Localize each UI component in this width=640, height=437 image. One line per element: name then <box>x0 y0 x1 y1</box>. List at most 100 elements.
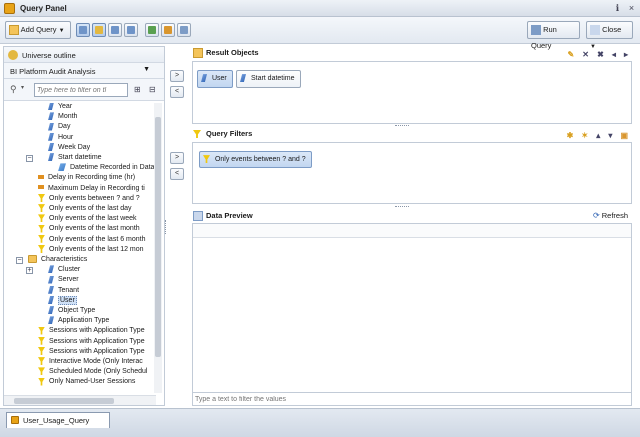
query-filters-area[interactable]: Only events between ? and ? <box>192 142 632 204</box>
data-preview-header: Data Preview ⟳ Refresh <box>192 209 632 223</box>
query-tab[interactable]: User_Usage_Query <box>6 412 110 428</box>
move-left-icon[interactable]: ◂ <box>612 50 616 60</box>
filter-icon <box>38 367 45 376</box>
tree-item[interactable]: User <box>48 295 77 306</box>
move-down-icon[interactable]: ▾ <box>608 131 612 141</box>
remove-from-result-button[interactable]: < <box>170 86 184 98</box>
tree-item[interactable]: Day <box>48 122 70 132</box>
tree-item[interactable]: Only events of the last day <box>38 204 132 214</box>
help-icon[interactable]: ℹ <box>612 3 623 14</box>
tree-item[interactable]: Application Type <box>48 316 109 326</box>
collapse-toggle-icon[interactable]: − <box>16 257 23 264</box>
view-script-icon[interactable] <box>177 23 191 37</box>
tree-item[interactable]: Hour <box>48 132 73 143</box>
universe-icon <box>8 50 18 60</box>
expand-toggle-icon[interactable]: + <box>26 267 33 275</box>
title-bar: Query Panel ℹ × <box>0 0 640 17</box>
attribute-icon <box>58 163 66 172</box>
result-objects-icon <box>193 48 203 58</box>
outline-horizontal-scrollbar[interactable] <box>4 395 156 405</box>
toolbar: Add Query ▼ Run Query Close ▼ <box>0 17 640 50</box>
add-query-button[interactable]: Add Query ▼ <box>5 21 71 39</box>
tree-item[interactable]: Cluster <box>48 265 80 275</box>
tree-item[interactable]: Sessions with Application Type <box>38 336 145 347</box>
query-icon <box>11 416 19 424</box>
result-object-chip[interactable]: Start datetime <box>236 70 301 88</box>
universe-outline-panel: Universe outline BI Platform Audit Analy… <box>3 46 165 406</box>
filter-icon <box>38 336 45 345</box>
move-up-icon[interactable]: ▴ <box>596 131 600 141</box>
filters-view-icon[interactable] <box>108 23 122 37</box>
chevron-down-icon[interactable]: ▾ <box>21 84 24 91</box>
tree-item[interactable]: Object Type <box>48 306 95 316</box>
tree-item[interactable]: Only events of the last week <box>38 214 137 224</box>
filter-icon <box>38 204 45 213</box>
tree-item[interactable]: Interactive Mode (Only Interac <box>38 357 143 367</box>
tree-item[interactable]: Only events between ? and ? <box>38 193 140 204</box>
tree-item[interactable]: Only events of the last 6 month <box>38 234 146 245</box>
collapse-toggle-icon[interactable]: − <box>26 155 33 162</box>
close-button[interactable]: Close ▼ <box>586 21 633 50</box>
tree-item[interactable]: Only Named-User Sessions <box>38 377 135 387</box>
remove-icon[interactable]: ✕ <box>582 50 589 60</box>
tree-item[interactable]: Year <box>48 103 72 112</box>
add-to-result-button[interactable]: > <box>170 70 184 82</box>
tree-item[interactable]: Only events of the last month <box>38 224 140 234</box>
add-to-filters-button[interactable]: > <box>170 152 184 164</box>
resize-grip[interactable] <box>395 206 409 208</box>
dimension-icon <box>48 112 54 121</box>
preview-view-icon[interactable] <box>124 23 138 37</box>
panel-splitter[interactable] <box>165 220 168 234</box>
close-window-icon[interactable]: × <box>626 3 637 14</box>
tree-item[interactable]: Delay in Recording time (hr) <box>38 173 135 183</box>
filter-icon <box>38 234 45 243</box>
close-doc-icon <box>590 25 600 36</box>
tree-item[interactable]: Sessions with Application Type <box>38 326 145 336</box>
collapse-all-icon[interactable]: ⊟ <box>149 85 156 94</box>
filter-icon <box>38 193 45 202</box>
filter-icon <box>193 130 201 138</box>
tree-item[interactable]: Month <box>48 112 77 122</box>
filter-icon <box>38 244 45 253</box>
query-filter-chip[interactable]: Only events between ? and ? <box>199 151 312 168</box>
universe-selector[interactable]: BI Platform Audit Analysis ▼ <box>4 63 164 79</box>
remove-from-filters-button[interactable]: < <box>170 168 184 180</box>
scrollbar-thumb[interactable] <box>14 398 114 404</box>
filter-icon <box>203 155 210 164</box>
sort-icon[interactable]: ✎ <box>567 50 574 60</box>
tree-item[interactable]: Scheduled Mode (Only Schedul <box>38 367 147 377</box>
remove-all-icon[interactable]: ✖ <box>597 50 604 60</box>
display-mode-icon[interactable]: ⚲ <box>10 84 17 95</box>
add-filter-icon[interactable]: ✱ <box>567 131 574 141</box>
chevron-down-icon: ▼ <box>58 28 65 34</box>
outline-vertical-scrollbar[interactable] <box>154 103 162 393</box>
dimension-icon <box>48 265 54 274</box>
refresh-button[interactable]: ⟳ Refresh <box>593 209 628 223</box>
dimension-icon <box>48 132 54 141</box>
query-properties-icon[interactable] <box>161 23 175 37</box>
tree-item[interactable]: Datetime Recorded in Data <box>58 163 154 173</box>
preview-filter-input[interactable] <box>193 392 631 405</box>
run-query-button[interactable]: Run Query <box>527 21 580 50</box>
tree-item[interactable]: Only events of the last 12 mon <box>38 244 144 255</box>
nest-filter-icon[interactable]: ▣ <box>620 131 628 141</box>
result-objects-area[interactable]: User Start datetime <box>192 61 632 124</box>
outline-filter-input[interactable] <box>34 83 128 97</box>
scrollbar-thumb[interactable] <box>155 117 161 357</box>
move-right-icon[interactable]: ▸ <box>624 50 628 60</box>
tree-item[interactable]: Server <box>48 275 79 285</box>
tree-item[interactable]: Characteristics <box>28 255 87 265</box>
objects-view-icon[interactable] <box>92 23 106 37</box>
outline-view-icon[interactable] <box>76 23 90 37</box>
filter-options-icon[interactable]: ✶ <box>581 131 588 141</box>
preview-grid-header <box>193 224 631 238</box>
combined-query-icon[interactable] <box>145 23 159 37</box>
dimension-icon <box>48 285 54 294</box>
tree-item[interactable]: Week Day <box>48 142 90 153</box>
tree-item[interactable]: Tenant <box>48 285 79 296</box>
tree-item[interactable]: Maximum Delay in Recording ti <box>38 184 145 194</box>
result-object-chip[interactable]: User <box>197 70 233 88</box>
expand-all-icon[interactable]: ⊞ <box>134 85 141 94</box>
tree-item[interactable]: Sessions with Application Type <box>38 346 145 357</box>
tree-item[interactable]: Start datetime <box>48 153 102 163</box>
